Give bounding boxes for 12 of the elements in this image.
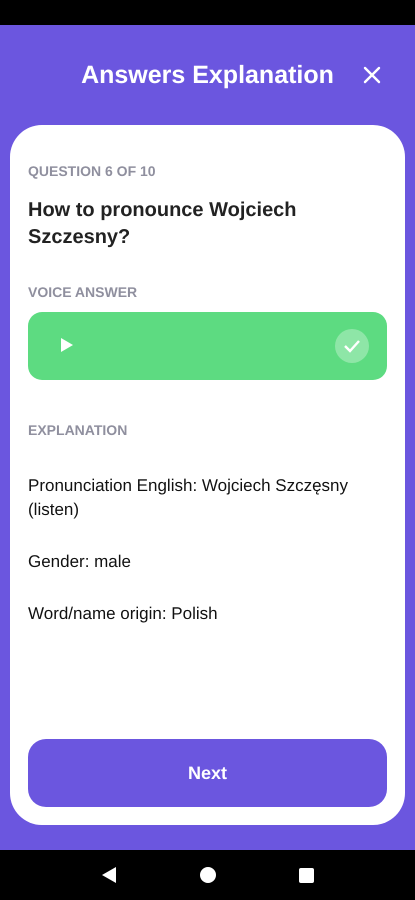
- recents-icon[interactable]: [298, 868, 314, 882]
- question-text: How to pronounce Wojciech Szczesny?: [28, 198, 298, 250]
- section-label: VOICE ANSWER: [28, 284, 138, 300]
- section-label: EXPLANATION: [28, 422, 128, 438]
- question-counter: QUESTION 6 OF 10: [28, 163, 157, 179]
- explanation-text: Gender: male: [28, 551, 132, 573]
- back-icon[interactable]: [101, 866, 118, 884]
- next-button[interactable]: Next: [28, 739, 387, 807]
- explanation-text: Word/name origin: Polish: [28, 603, 219, 625]
- home-icon[interactable]: [200, 867, 216, 883]
- screen-title: Answers Explanation: [81, 60, 334, 90]
- explanation-text: Pronunciation English: Wojciech Szczęsny (listen): [28, 475, 350, 521]
